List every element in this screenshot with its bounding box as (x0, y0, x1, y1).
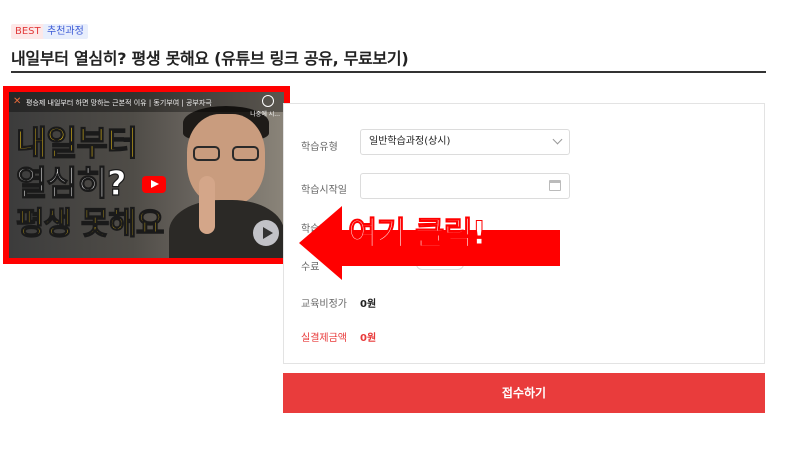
learning-type-value: 일반학습과정(상시) (369, 136, 451, 147)
youtube-icon (142, 176, 166, 193)
best-badge: BEST (11, 24, 45, 39)
click-here-label: 여기 클릭! (348, 214, 487, 253)
course-title: 내일부터 열심히? 평생 못해요 (유튜브 링크 공유, 무료보기) (11, 49, 409, 68)
learning-type-label: 학습유형 (301, 142, 338, 153)
list-price-value: 0원 (360, 299, 377, 310)
learning-type-select[interactable]: 일반학습과정(상시) (360, 129, 570, 155)
watch-later-icon[interactable] (262, 95, 274, 107)
play-icon[interactable] (253, 220, 279, 246)
finger (199, 176, 215, 234)
start-date-input[interactable] (360, 173, 570, 199)
channel-logo-icon: ✕ (13, 96, 22, 107)
thumbnail-line-3: 평생 못해요 (15, 205, 165, 242)
watch-later-label: 나중에 시... (250, 111, 280, 118)
final-price-value: 0원 (360, 333, 377, 344)
video-caption: 평승제 내일부터 하면 망하는 근본적 이유 | 동기부여 | 공부자극 (26, 99, 212, 107)
calendar-icon[interactable] (549, 180, 561, 191)
video-thumbnail[interactable]: ✕ 평승제 내일부터 하면 망하는 근본적 이유 | 동기부여 | 공부자극 나… (9, 92, 284, 258)
chevron-down-icon (552, 134, 563, 145)
title-divider (11, 71, 766, 73)
start-date-label: 학습시작일 (301, 185, 347, 196)
final-price-label: 실결제금액 (301, 333, 347, 344)
recommended-badge: 추천과정 (43, 24, 88, 39)
video-thumbnail-highlight[interactable]: ✕ 평승제 내일부터 하면 망하는 근본적 이유 | 동기부여 | 공부자극 나… (3, 86, 290, 264)
list-price-label: 교육비정가 (301, 299, 347, 310)
glasses-icon (193, 146, 259, 162)
enroll-button[interactable]: 접수하기 (283, 373, 765, 413)
